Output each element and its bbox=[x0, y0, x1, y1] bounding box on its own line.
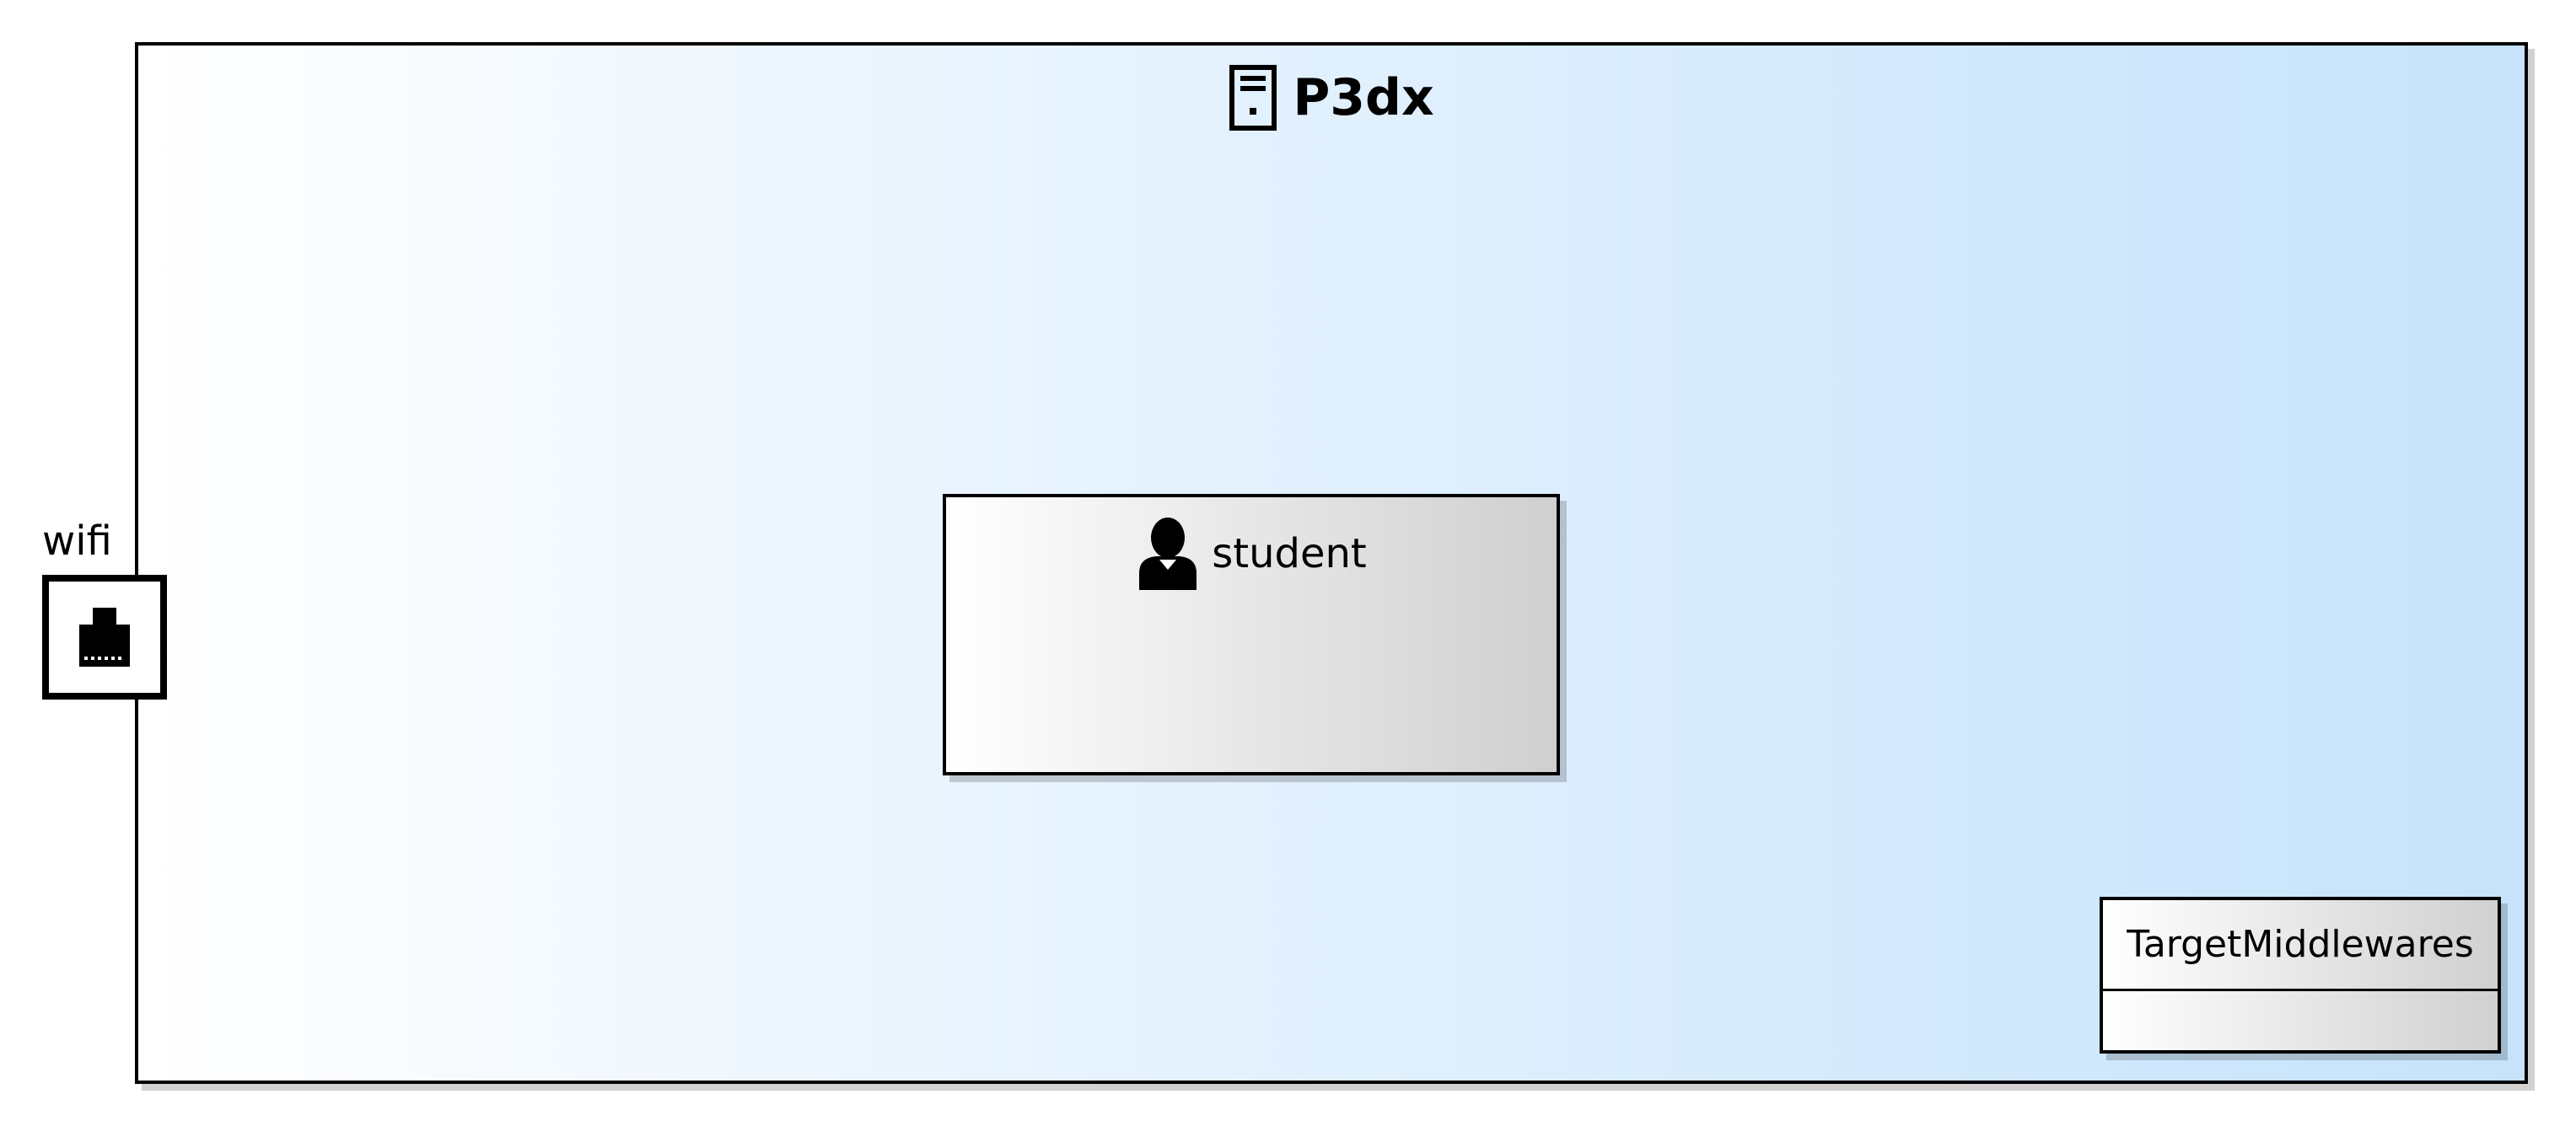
node-header: P3dx bbox=[138, 64, 2525, 131]
part-student[interactable]: student bbox=[943, 494, 1560, 775]
part-title: student bbox=[1212, 530, 1367, 577]
node-title: P3dx bbox=[1293, 68, 1434, 127]
device-icon bbox=[1229, 65, 1277, 131]
node-p3dx[interactable]: P3dx student TargetMiddlewares bbox=[135, 42, 2528, 1084]
person-icon bbox=[1139, 518, 1197, 590]
network-port-icon bbox=[79, 608, 130, 667]
part-header: student bbox=[946, 516, 1557, 592]
class-name: TargetMiddlewares bbox=[2103, 900, 2498, 991]
port-wifi[interactable] bbox=[42, 575, 167, 700]
port-label: wifi bbox=[42, 518, 112, 565]
class-box-target-middlewares[interactable]: TargetMiddlewares bbox=[2100, 897, 2501, 1054]
